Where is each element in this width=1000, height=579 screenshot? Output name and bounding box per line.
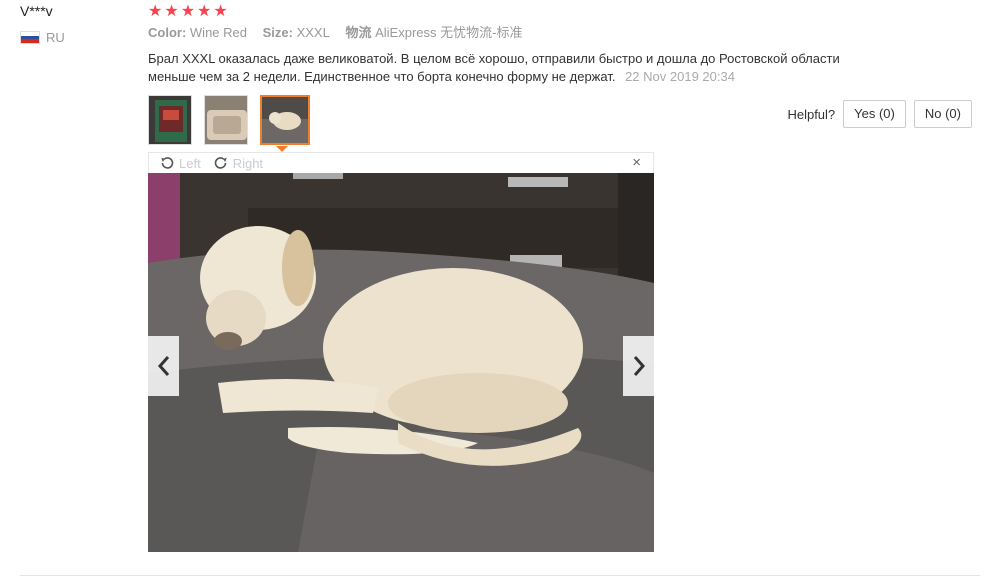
rotate-left-icon	[161, 157, 174, 169]
rotate-left-button[interactable]: Left	[159, 155, 201, 171]
color-value: Wine Red	[189, 25, 247, 40]
thumbnail-package[interactable]	[148, 95, 192, 145]
star-icon: ★	[164, 3, 179, 20]
dog-photo-image	[148, 173, 654, 552]
order-meta: Color: Wine Red Size: XXXL 物流 AliExpress…	[148, 24, 978, 42]
helpful-yes-button[interactable]: Yes (0)	[843, 100, 906, 128]
review-date: 22 Nov 2019 20:34	[625, 69, 735, 84]
photo-viewer: Left Right ×	[148, 152, 654, 552]
shipping-value: AliExpress 无忧物流-标准	[375, 25, 523, 40]
reviewer-country: RU	[20, 30, 130, 45]
chevron-left-icon	[157, 356, 169, 376]
star-icon: ★	[180, 3, 196, 20]
viewer-toolbar: Left Right ×	[148, 152, 654, 173]
rotate-right-button[interactable]: Right	[213, 155, 263, 171]
helpful-label: Helpful?	[787, 106, 836, 122]
review-photo	[148, 173, 654, 552]
rotate-right-icon	[214, 157, 227, 169]
star-icon: ★	[197, 3, 212, 20]
russia-flag-icon	[20, 31, 40, 44]
helpful-voting: Helpful? Yes (0) No (0)	[787, 100, 972, 128]
shipping-key: 物流	[345, 25, 372, 40]
review-body: Брал XXXL оказалась даже великоватой. В …	[148, 50, 888, 86]
review-content: ★ ★ ★ ★ ★ Color: Wine Red Size: XXXL 物流 …	[148, 0, 978, 86]
rotate-left-label: Left	[179, 155, 201, 171]
thumbnail-dog-bed[interactable]	[204, 95, 248, 145]
close-viewer-button[interactable]: ×	[632, 154, 641, 171]
star-rating: ★ ★ ★ ★ ★	[148, 0, 978, 22]
review-text: Брал XXXL оказалась даже великоватой. В …	[148, 51, 840, 84]
size-key: Size:	[262, 25, 293, 40]
thumbnail-dog-selected[interactable]	[260, 95, 310, 145]
photo-thumbnails	[148, 95, 310, 145]
reviewer-info: V***v RU	[20, 2, 130, 45]
star-icon: ★	[213, 3, 228, 20]
next-photo-button[interactable]	[623, 336, 654, 396]
size-value: XXXL	[296, 25, 330, 40]
chevron-right-icon	[633, 356, 645, 376]
rotate-right-label: Right	[232, 155, 264, 171]
star-icon: ★	[148, 3, 163, 20]
helpful-no-button[interactable]: No (0)	[913, 100, 972, 128]
color-key: Color:	[148, 25, 187, 40]
country-code: RU	[46, 30, 65, 45]
reviewer-name: V***v	[20, 3, 53, 19]
review-divider	[20, 575, 980, 576]
previous-photo-button[interactable]	[148, 336, 179, 396]
